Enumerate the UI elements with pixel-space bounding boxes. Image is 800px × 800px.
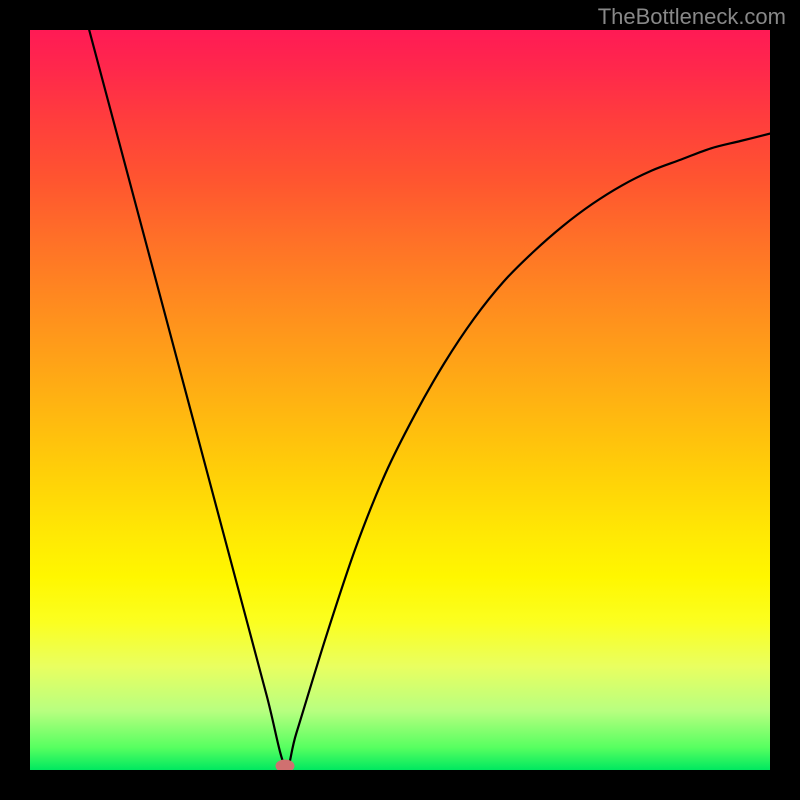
curve-svg <box>30 30 770 770</box>
plot-area <box>30 30 770 770</box>
bottleneck-curve-path <box>89 30 770 768</box>
chart-container: TheBottleneck.com <box>0 0 800 800</box>
watermark-text: TheBottleneck.com <box>598 4 786 30</box>
min-marker <box>276 760 295 770</box>
